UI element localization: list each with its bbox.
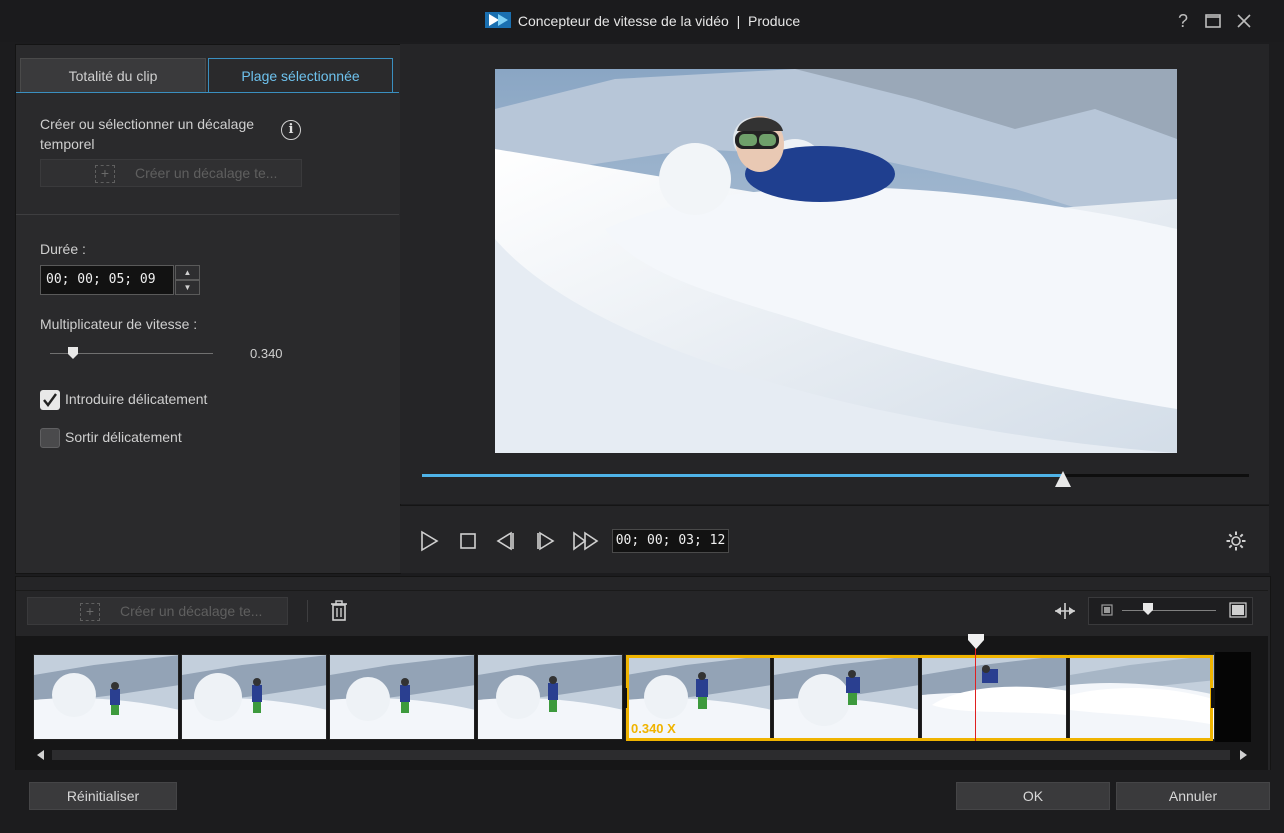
- filmstrip-end: [1215, 652, 1251, 742]
- title-separator: |: [736, 13, 741, 29]
- ease-out-checkbox[interactable]: [40, 428, 60, 448]
- ease-in-checkbox[interactable]: [40, 390, 60, 410]
- range-start-handle[interactable]: [623, 688, 627, 708]
- maximize-icon: [1205, 14, 1221, 28]
- window-title: Concepteur de vitesse de la vidéo | Prod…: [0, 11, 1284, 29]
- divider: [16, 214, 399, 215]
- timeline-create-offset-button[interactable]: + Créer un décalage te...: [27, 597, 288, 625]
- checkmark-icon: [43, 393, 57, 407]
- tab-whole-clip[interactable]: Totalité du clip: [20, 58, 206, 92]
- timeline-playhead-marker[interactable]: [968, 634, 984, 650]
- maximize-button[interactable]: [1202, 10, 1224, 32]
- filmstrip-frame[interactable]: [33, 654, 179, 740]
- stop-icon[interactable]: [457, 530, 479, 552]
- duration-input[interactable]: 00; 00; 05; 09: [40, 265, 174, 295]
- current-timecode[interactable]: 00; 00; 03; 12: [612, 529, 729, 553]
- frame-thumbnail-image: [182, 655, 326, 739]
- add-offset-icon: +: [95, 165, 115, 184]
- duration-decrement-button[interactable]: ▼: [175, 280, 200, 295]
- info-icon[interactable]: i: [281, 120, 301, 140]
- tab-underline: [16, 92, 399, 93]
- filmstrip-frame[interactable]: [181, 654, 327, 740]
- frame-thumbnail-image: [478, 655, 622, 739]
- create-offset-label: Créer un décalage te...: [135, 165, 278, 181]
- fast-forward-icon[interactable]: [572, 530, 600, 552]
- title-mode: Produce: [747, 13, 801, 29]
- help-button[interactable]: ?: [1172, 10, 1194, 32]
- selection-speed-badge: 0.340 X: [631, 721, 676, 736]
- add-offset-icon: +: [80, 603, 100, 622]
- ok-button[interactable]: OK: [956, 782, 1110, 810]
- player-controls: [400, 505, 1269, 573]
- zoom-out-icon[interactable]: [1101, 604, 1113, 616]
- close-button[interactable]: [1233, 10, 1255, 32]
- zoom-slider-track[interactable]: [1122, 610, 1216, 611]
- scroll-right-icon[interactable]: [1238, 750, 1248, 760]
- ease-out-label[interactable]: Sortir délicatement: [65, 429, 182, 445]
- reset-button[interactable]: Réinitialiser: [29, 782, 177, 810]
- previous-frame-icon[interactable]: [495, 530, 517, 552]
- duration-label: Durée :: [40, 241, 86, 257]
- cancel-button[interactable]: Annuler: [1116, 782, 1270, 810]
- play-icon[interactable]: [418, 530, 440, 552]
- speed-slider-thumb[interactable]: [67, 347, 78, 359]
- app-logo-icon: [484, 12, 511, 28]
- speed-value: 0.340: [250, 346, 283, 361]
- duration-increment-button[interactable]: ▲: [175, 265, 200, 280]
- playback-scrubber-thumb[interactable]: [1054, 471, 1071, 487]
- offset-heading: Créer ou sélectionner un décalage tempor…: [40, 116, 255, 152]
- close-icon: [1237, 14, 1251, 28]
- frame-thumbnail-image: [34, 655, 178, 739]
- ease-in-label[interactable]: Introduire délicatement: [65, 391, 207, 407]
- settings-gear-icon[interactable]: [1225, 530, 1247, 552]
- next-frame-icon[interactable]: [534, 530, 556, 552]
- filmstrip-frame[interactable]: [329, 654, 475, 740]
- timeline-playhead-line[interactable]: [975, 648, 976, 741]
- scroll-left-icon[interactable]: [36, 750, 46, 760]
- create-offset-button[interactable]: + Créer un décalage te...: [40, 159, 302, 187]
- filmstrip-frame[interactable]: [477, 654, 623, 740]
- snowboarder-preview-image: [495, 69, 1177, 453]
- frame-thumbnail-image: [330, 655, 474, 739]
- selected-range[interactable]: [626, 655, 1213, 741]
- timeline-toolbar-divider: [16, 590, 1268, 591]
- zoom-slider-thumb[interactable]: [1143, 603, 1154, 615]
- tab-selected-range[interactable]: Plage sélectionnée: [208, 58, 393, 92]
- playback-progress-fill: [422, 474, 1063, 477]
- fit-timeline-icon[interactable]: [1053, 602, 1077, 620]
- zoom-in-icon[interactable]: [1229, 602, 1247, 618]
- timeline-scrollbar[interactable]: [52, 750, 1230, 760]
- toolbar-separator: [307, 600, 308, 622]
- title-app-name: Concepteur de vitesse de la vidéo: [517, 13, 729, 29]
- trash-icon[interactable]: [329, 600, 349, 622]
- speed-multiplier-label: Multiplicateur de vitesse :: [40, 316, 198, 332]
- range-end-handle[interactable]: [1211, 688, 1215, 708]
- timeline-create-offset-label: Créer un décalage te...: [120, 603, 263, 619]
- video-preview[interactable]: [495, 69, 1177, 453]
